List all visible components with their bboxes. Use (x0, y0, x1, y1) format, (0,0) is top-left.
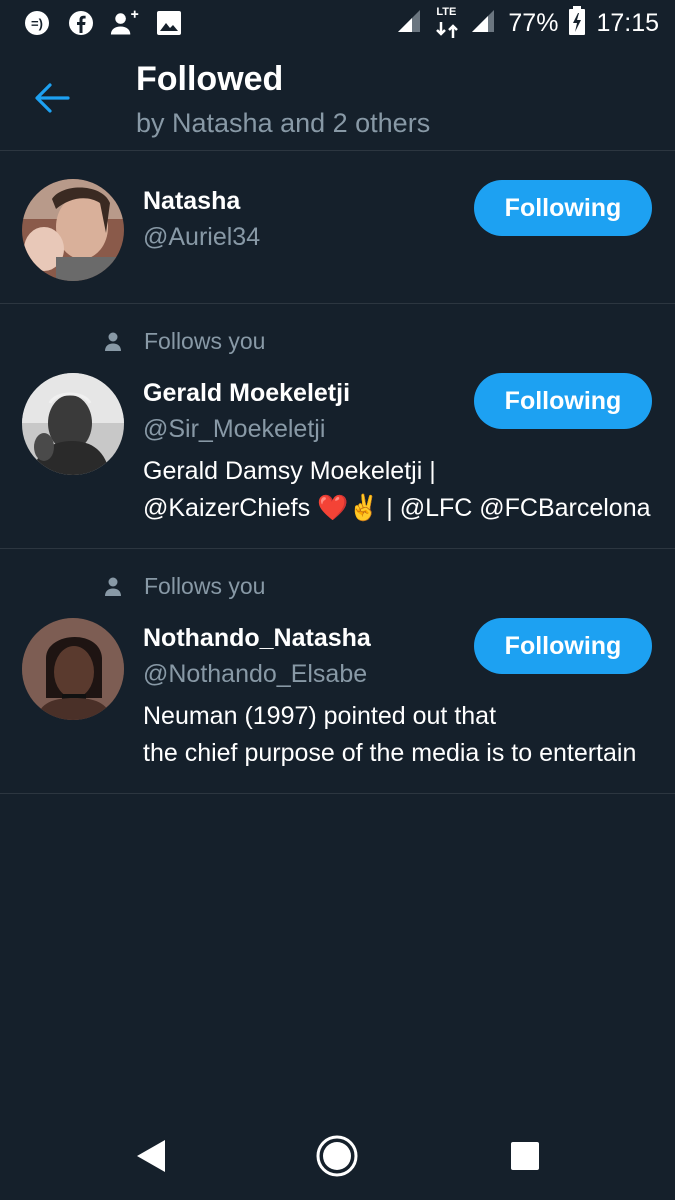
avatar[interactable] (22, 179, 124, 281)
user-handle: @Auriel34 (143, 223, 261, 251)
user-name: Nothando_Natasha (143, 624, 371, 652)
page-subtitle: by Natasha and 2 others (136, 108, 431, 138)
person-icon (105, 577, 121, 596)
following-button[interactable]: Following (474, 618, 652, 674)
lte-icon: LTE (434, 6, 460, 38)
person-icon (105, 332, 121, 351)
battery-percent: 77% (508, 8, 559, 37)
back-button[interactable] (30, 76, 74, 120)
nav-home-button[interactable] (315, 1134, 359, 1178)
page-header: Followed by Natasha and 2 others (0, 46, 675, 151)
signal-icon-2 (470, 8, 498, 39)
follows-you-indicator: Follows you (104, 328, 265, 355)
bio-line: @KaizerChiefs ❤️✌️ | @LFC @FCBarcelona (143, 494, 651, 522)
list-item[interactable]: Natasha @Auriel34 Following (0, 151, 675, 304)
follows-you-label: Follows you (144, 573, 266, 599)
bio-line: the chief purpose of the media is to ent… (143, 739, 637, 767)
user-name: Gerald Moekeletji (143, 379, 351, 407)
bio-line: Gerald Damsy Moekeletji | (143, 457, 436, 485)
list-item[interactable]: Follows you Nothando_Natasha @Nothando_E… (0, 549, 675, 794)
bio-line: Neuman (1997) pointed out that (143, 702, 497, 730)
follows-you-label: Follows you (144, 328, 266, 354)
triangle-back-icon (137, 1140, 165, 1172)
gallery-icon (154, 8, 184, 38)
clock: 17:15 (596, 8, 659, 37)
battery-charging-icon (568, 5, 586, 41)
system-nav-bar (0, 1110, 675, 1200)
svg-text:=): =) (31, 16, 43, 31)
follows-you-indicator: Follows you (104, 573, 265, 600)
add-contact-icon (110, 8, 140, 38)
notification-icons: =) (22, 8, 184, 38)
user-bio: Gerald Damsy Moekeletji | @KaizerChiefs … (143, 453, 655, 527)
signal-icon (396, 8, 424, 39)
square-recents-icon (511, 1142, 539, 1170)
nav-back-button[interactable] (128, 1134, 172, 1178)
following-button[interactable]: Following (474, 373, 652, 429)
messenger-icon: =) (22, 8, 52, 38)
user-handle: @Nothando_Elsabe (143, 660, 368, 688)
user-bio: Neuman (1997) pointed out that the chief… (143, 698, 655, 772)
user-handle: @Sir_Moekeletji (143, 415, 326, 443)
avatar[interactable] (22, 373, 124, 475)
avatar[interactable] (22, 618, 124, 720)
system-indicators: LTE 77% 17:15 (396, 5, 659, 41)
nav-recents-button[interactable] (503, 1134, 547, 1178)
list-item[interactable]: Follows you Gerald Moekeletji @Sir_Moeke… (0, 304, 675, 549)
status-bar: =) LTE 77% 17:15 (0, 0, 675, 46)
home-circle-icon (316, 1135, 358, 1177)
user-name: Natasha (143, 187, 241, 215)
page-title: Followed (136, 60, 284, 98)
following-button[interactable]: Following (474, 180, 652, 236)
facebook-icon (66, 8, 96, 38)
arrow-left-icon (35, 83, 70, 113)
